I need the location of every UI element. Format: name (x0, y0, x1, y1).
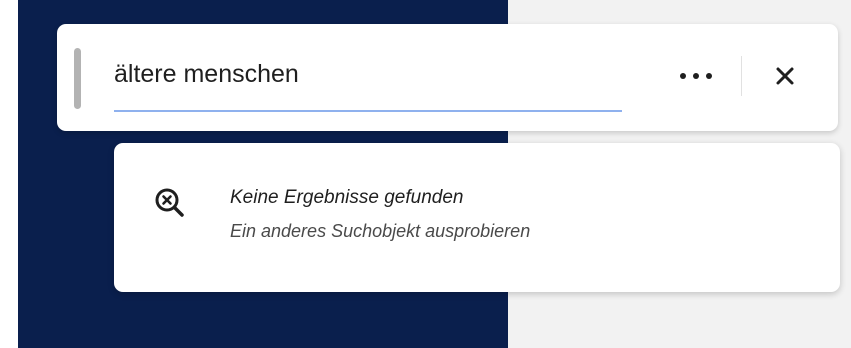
more-options-button[interactable] (671, 56, 721, 96)
drag-handle[interactable] (74, 48, 81, 109)
no-results-title: Keine Ergebnisse gefunden (230, 187, 464, 208)
search-input-underline (114, 110, 622, 112)
ellipsis-horizontal-icon (680, 73, 712, 79)
search-no-results-icon (155, 188, 184, 217)
toolbar-divider (741, 56, 742, 96)
no-results-subtitle: Ein anderes Suchobjekt ausprobieren (230, 221, 531, 241)
search-input[interactable] (114, 54, 619, 94)
search-results-panel: Keine Ergebnisse gefunden Ein anderes Su… (114, 143, 840, 292)
close-button[interactable] (763, 54, 807, 98)
search-bar (57, 24, 838, 131)
close-icon (776, 67, 794, 85)
